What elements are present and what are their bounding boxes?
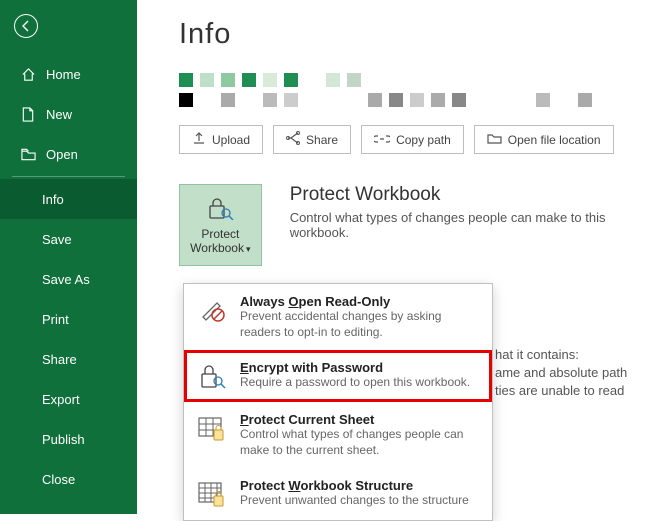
action-label: Copy path: [396, 133, 451, 147]
protect-workbook-button[interactable]: ProtectWorkbook▾: [179, 184, 262, 266]
share-icon: [286, 131, 300, 148]
back-button[interactable]: [14, 14, 38, 38]
sidebar-item-label: New: [46, 107, 72, 122]
file-thumbnail-row2: [179, 93, 645, 107]
protect-description: Control what types of changes people can…: [290, 210, 645, 240]
encrypt-icon: [196, 360, 228, 392]
action-label: Open file location: [508, 133, 601, 147]
menu-item-structure[interactable]: Protect Workbook StructurePrevent unwant…: [184, 468, 492, 520]
upload-icon: [192, 131, 206, 148]
action-label: Upload: [212, 133, 250, 147]
sidebar-item-label: Export: [42, 392, 80, 407]
sidebar-item-publish[interactable]: Publish: [0, 419, 137, 459]
sidebar-item-save[interactable]: Save: [0, 219, 137, 259]
sheet-icon: [196, 412, 228, 444]
sidebar-item-new[interactable]: New: [0, 94, 137, 134]
sidebar-item-label: Publish: [42, 432, 85, 447]
link-icon: [374, 133, 390, 147]
sidebar-item-label: Save: [42, 232, 72, 247]
sidebar-item-label: Info: [42, 192, 64, 207]
menu-item-desc: Require a password to open this workbook…: [240, 375, 480, 391]
folder-icon: [20, 148, 36, 161]
sidebar-item-share[interactable]: Share: [0, 339, 137, 379]
menu-item-title: Protect Current Sheet: [240, 412, 480, 427]
copy-path-button[interactable]: Copy path: [361, 125, 464, 154]
protect-workbook-menu: Always Open Read-OnlyPrevent accidental …: [183, 283, 493, 521]
sidebar-item-export[interactable]: Export: [0, 379, 137, 419]
lock-search-icon: [206, 196, 234, 223]
sidebar-item-info[interactable]: Info: [0, 179, 137, 219]
sidebar-item-label: Print: [42, 312, 69, 327]
file-thumbnail-row1: [179, 73, 645, 87]
home-icon: [20, 67, 36, 82]
open-file-location-button[interactable]: Open file location: [474, 125, 614, 154]
menu-item-encrypt[interactable]: Encrypt with PasswordRequire a password …: [184, 350, 492, 402]
sidebar-item-home[interactable]: Home: [0, 54, 137, 94]
sidebar-item-label: Share: [42, 352, 77, 367]
menu-item-title: Always Open Read-Only: [240, 294, 480, 309]
protect-workbook-info: Protect Workbook Control what types of c…: [290, 184, 645, 240]
menu-item-desc: Prevent accidental changes by asking rea…: [240, 309, 480, 340]
menu-item-sheet[interactable]: Protect Current SheetControl what types …: [184, 402, 492, 468]
doc-icon: [20, 107, 36, 122]
protect-heading: Protect Workbook: [290, 184, 645, 206]
folder-icon: [487, 132, 502, 147]
sidebar-item-label: Save As: [42, 272, 90, 287]
action-label: Share: [306, 133, 338, 147]
sidebar-item-label: Home: [46, 67, 81, 82]
readonly-icon: [196, 294, 228, 326]
upload-button[interactable]: Upload: [179, 125, 263, 154]
sidebar-item-save-as[interactable]: Save As: [0, 259, 137, 299]
menu-item-desc: Prevent unwanted changes to the structur…: [240, 493, 480, 509]
structure-icon: [196, 478, 228, 510]
menu-item-title: Protect Workbook Structure: [240, 478, 480, 493]
file-actions-row: Upload Share Copy path Open file location: [179, 125, 645, 154]
menu-item-readonly[interactable]: Always Open Read-OnlyPrevent accidental …: [184, 284, 492, 350]
page-title: Info: [179, 18, 645, 51]
sidebar-item-label: Close: [42, 472, 75, 487]
menu-item-title: Encrypt with Password: [240, 360, 480, 375]
back-arrow-icon: [19, 19, 33, 33]
sidebar-item-print[interactable]: Print: [0, 299, 137, 339]
backstage-sidebar: Home New Open Info Save Save As Print Share Expo…: [0, 0, 137, 514]
sidebar-item-close[interactable]: Close: [0, 459, 137, 499]
chevron-down-icon: ▾: [246, 244, 251, 254]
share-button[interactable]: Share: [273, 125, 351, 154]
sidebar-item-open[interactable]: Open: [0, 134, 137, 174]
sidebar-item-label: Open: [46, 147, 78, 162]
menu-item-desc: Control what types of changes people can…: [240, 427, 480, 458]
